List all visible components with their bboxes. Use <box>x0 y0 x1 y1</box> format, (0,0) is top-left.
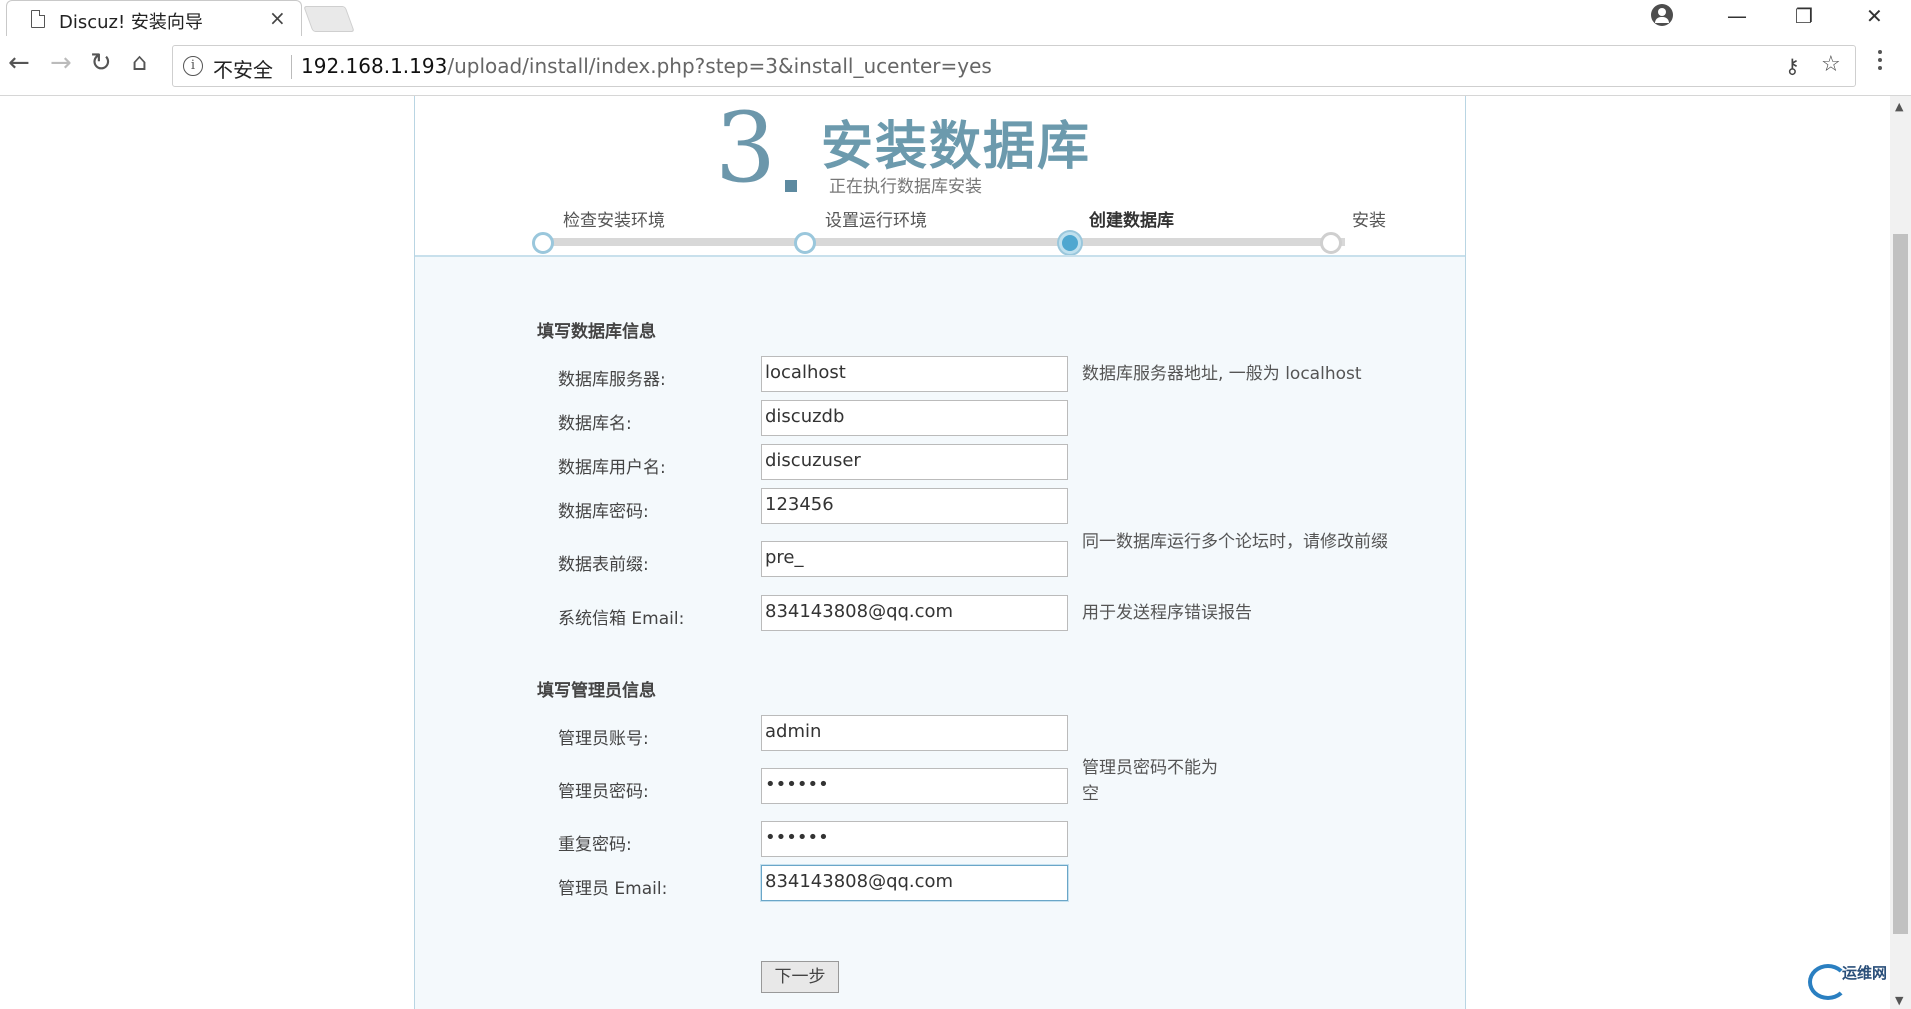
bookmark-star-icon[interactable]: ☆ <box>1821 52 1841 77</box>
minimize-icon[interactable]: — <box>1727 4 1747 28</box>
repeat-password-label: 重复密码: <box>558 835 632 855</box>
url-text[interactable]: 192.168.1.193/upload/install/index.php?s… <box>301 54 992 78</box>
form-area: 填写数据库信息 数据库服务器: localhost 数据库服务器地址, 一般为 … <box>415 255 1465 1009</box>
menu-icon[interactable] <box>1878 50 1882 74</box>
db-password-label: 数据库密码: <box>558 502 649 522</box>
scroll-thumb[interactable] <box>1893 234 1908 934</box>
db-server-label: 数据库服务器: <box>558 370 666 390</box>
admin-password-input[interactable]: •••••• <box>761 768 1068 804</box>
tab-bar: Discuz! 安装向导 × — ❐ ✕ <box>0 0 1911 36</box>
watermark-text: 运维网 <box>1842 964 1888 982</box>
next-step-button[interactable]: 下一步 <box>761 961 839 993</box>
table-prefix-hint: 同一数据库运行多个论坛时，请修改前缀 <box>1082 532 1388 552</box>
back-icon[interactable]: ← <box>8 48 30 78</box>
page-icon <box>31 10 45 28</box>
db-user-label: 数据库用户名: <box>558 458 666 478</box>
forward-icon[interactable]: → <box>50 48 72 78</box>
step-label-create-db: 创建数据库 <box>1089 211 1174 231</box>
db-server-hint: 数据库服务器地址, 一般为 localhost <box>1082 364 1362 384</box>
page-scrollbar[interactable]: ▲ ▼ <box>1890 96 1911 1009</box>
page-viewport: 3 安装数据库 正在执行数据库安装 检查安装环境 设置运行环境 创建数据库 安装… <box>0 96 1890 1009</box>
key-icon[interactable]: ⚷ <box>1785 54 1800 78</box>
reload-icon[interactable]: ↻ <box>90 48 112 78</box>
step-number-dot <box>785 180 797 192</box>
admin-account-label: 管理员账号: <box>558 729 649 749</box>
db-section-title: 填写数据库信息 <box>537 322 656 342</box>
step-number: 3 <box>715 96 777 204</box>
admin-account-input[interactable]: admin <box>761 715 1068 751</box>
table-prefix-label: 数据表前缀: <box>558 555 649 575</box>
step-label-check-env: 检查安装环境 <box>563 211 665 231</box>
url-path: /upload/install/index.php?step=3&install… <box>447 54 992 78</box>
step-progress: 检查安装环境 设置运行环境 创建数据库 安装 <box>415 206 1465 256</box>
info-icon[interactable]: i <box>183 56 203 76</box>
home-icon[interactable]: ⌂ <box>132 48 147 76</box>
system-email-hint: 用于发送程序错误报告 <box>1082 603 1252 623</box>
step-node-pending <box>1320 232 1342 254</box>
page-title: 安装数据库 <box>821 117 1092 177</box>
db-user-input[interactable]: discuzuser <box>761 444 1068 480</box>
step-node-done <box>532 232 554 254</box>
profile-icon[interactable] <box>1651 4 1673 26</box>
admin-email-label: 管理员 Email: <box>558 879 668 899</box>
url-host: 192.168.1.193 <box>301 54 448 78</box>
browser-tab[interactable]: Discuz! 安装向导 × <box>6 0 302 36</box>
site-watermark: 运维网 <box>1808 962 1888 1002</box>
admin-section-title: 填写管理员信息 <box>537 681 656 701</box>
tab-title: Discuz! 安装向导 <box>59 12 203 33</box>
browser-toolbar: ← → ↻ ⌂ i 不安全 192.168.1.193/upload/insta… <box>0 36 1911 96</box>
repeat-password-input[interactable]: •••••• <box>761 821 1068 857</box>
install-panel: 3 安装数据库 正在执行数据库安装 检查安装环境 设置运行环境 创建数据库 安装… <box>414 96 1466 1009</box>
admin-password-label: 管理员密码: <box>558 782 649 802</box>
system-email-input[interactable]: 834143808@qq.com <box>761 595 1068 631</box>
db-password-input[interactable]: 123456 <box>761 488 1068 524</box>
restore-icon[interactable]: ❐ <box>1795 4 1813 28</box>
step-node-done <box>794 232 816 254</box>
close-window-icon[interactable]: ✕ <box>1866 4 1883 28</box>
system-email-label: 系统信箱 Email: <box>558 609 685 629</box>
scroll-up-icon[interactable]: ▲ <box>1895 100 1903 113</box>
step-node-current <box>1059 232 1081 254</box>
admin-email-input[interactable]: 834143808@qq.com <box>761 865 1068 901</box>
divider <box>291 55 292 79</box>
new-tab-button[interactable] <box>303 6 355 32</box>
db-name-label: 数据库名: <box>558 414 632 434</box>
security-label[interactable]: 不安全 <box>213 54 273 83</box>
step-label-set-env: 设置运行环境 <box>825 211 927 231</box>
db-name-input[interactable]: discuzdb <box>761 400 1068 436</box>
tab-close-icon[interactable]: × <box>269 6 286 30</box>
progress-track <box>543 238 1345 246</box>
admin-password-hint: 管理员密码不能为空 <box>1082 758 1218 804</box>
scroll-down-icon[interactable]: ▼ <box>1895 994 1903 1007</box>
step-label-install: 安装 <box>1352 211 1386 231</box>
table-prefix-input[interactable]: pre_ <box>761 541 1068 577</box>
page-subtitle: 正在执行数据库安装 <box>829 177 982 197</box>
db-server-input[interactable]: localhost <box>761 356 1068 392</box>
address-bar[interactable]: i 不安全 192.168.1.193/upload/install/index… <box>172 45 1856 87</box>
